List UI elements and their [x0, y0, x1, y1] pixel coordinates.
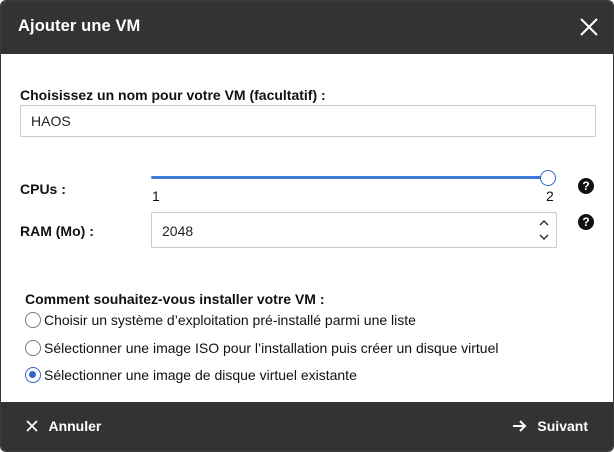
install-method-label: Comment souhaitez-vous installer votre V… — [25, 291, 325, 307]
vm-name-input[interactable] — [20, 105, 596, 137]
next-label: Suivant — [537, 417, 588, 434]
close-icon — [26, 420, 38, 432]
add-vm-dialog: Ajouter une VM Choisissez un nom pour vo… — [0, 0, 614, 452]
radio-label: Choisir un système d’exploitation pré-in… — [44, 312, 416, 328]
cancel-label: Annuler — [48, 417, 102, 434]
close-button[interactable] — [576, 14, 602, 40]
cpu-label: CPUs : — [20, 181, 66, 197]
ram-value: 2048 — [162, 223, 194, 239]
cpu-slider-thumb[interactable] — [540, 170, 556, 186]
arrow-right-icon — [512, 420, 527, 432]
ram-label: RAM (Mo) : — [20, 223, 94, 239]
dialog-footer: Annuler Suivant — [1, 402, 613, 451]
chevron-up-icon[interactable] — [538, 217, 550, 229]
vm-name-label: Choisissez un nom pour votre VM (faculta… — [20, 87, 326, 103]
radio-label: Sélectionner une image de disque virtuel… — [44, 367, 357, 383]
cpu-slider-track[interactable] — [151, 176, 548, 179]
cpu-help-icon[interactable]: ? — [578, 178, 594, 194]
ram-input[interactable]: 2048 — [151, 212, 557, 248]
chevron-down-icon[interactable] — [538, 231, 550, 243]
radio-button[interactable] — [25, 312, 41, 328]
dialog-titlebar: Ajouter une VM — [1, 1, 613, 54]
radio-label: Sélectionner une image ISO pour l’instal… — [44, 340, 499, 356]
ram-help-icon[interactable]: ? — [578, 214, 594, 230]
dialog-title: Ajouter une VM — [18, 17, 141, 35]
cpu-slider-min-label: 1 — [152, 188, 160, 204]
radio-button[interactable] — [25, 340, 41, 356]
close-icon — [580, 18, 598, 36]
next-button[interactable]: Suivant — [512, 417, 588, 437]
cancel-button[interactable]: Annuler — [25, 417, 101, 437]
cpu-slider-max-label: 2 — [546, 188, 554, 204]
cpu-slider[interactable]: 1 2 — [151, 166, 559, 206]
radio-button-selected[interactable] — [25, 367, 41, 383]
radio-dot — [29, 371, 36, 378]
